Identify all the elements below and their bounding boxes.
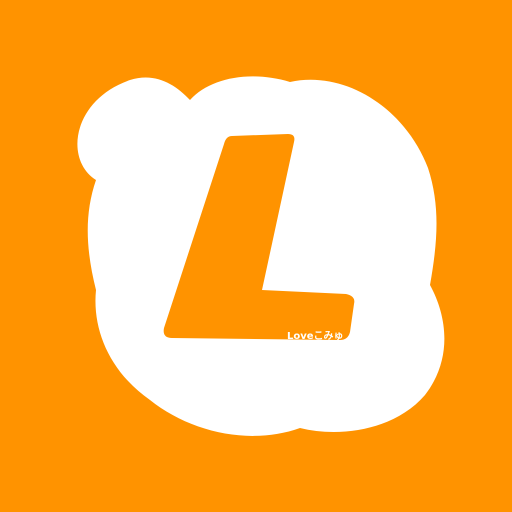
app-icon-artwork (0, 0, 512, 512)
app-icon-caption: Loveこみゅ (287, 331, 344, 342)
app-icon[interactable]: Loveこみゅ (0, 0, 512, 512)
